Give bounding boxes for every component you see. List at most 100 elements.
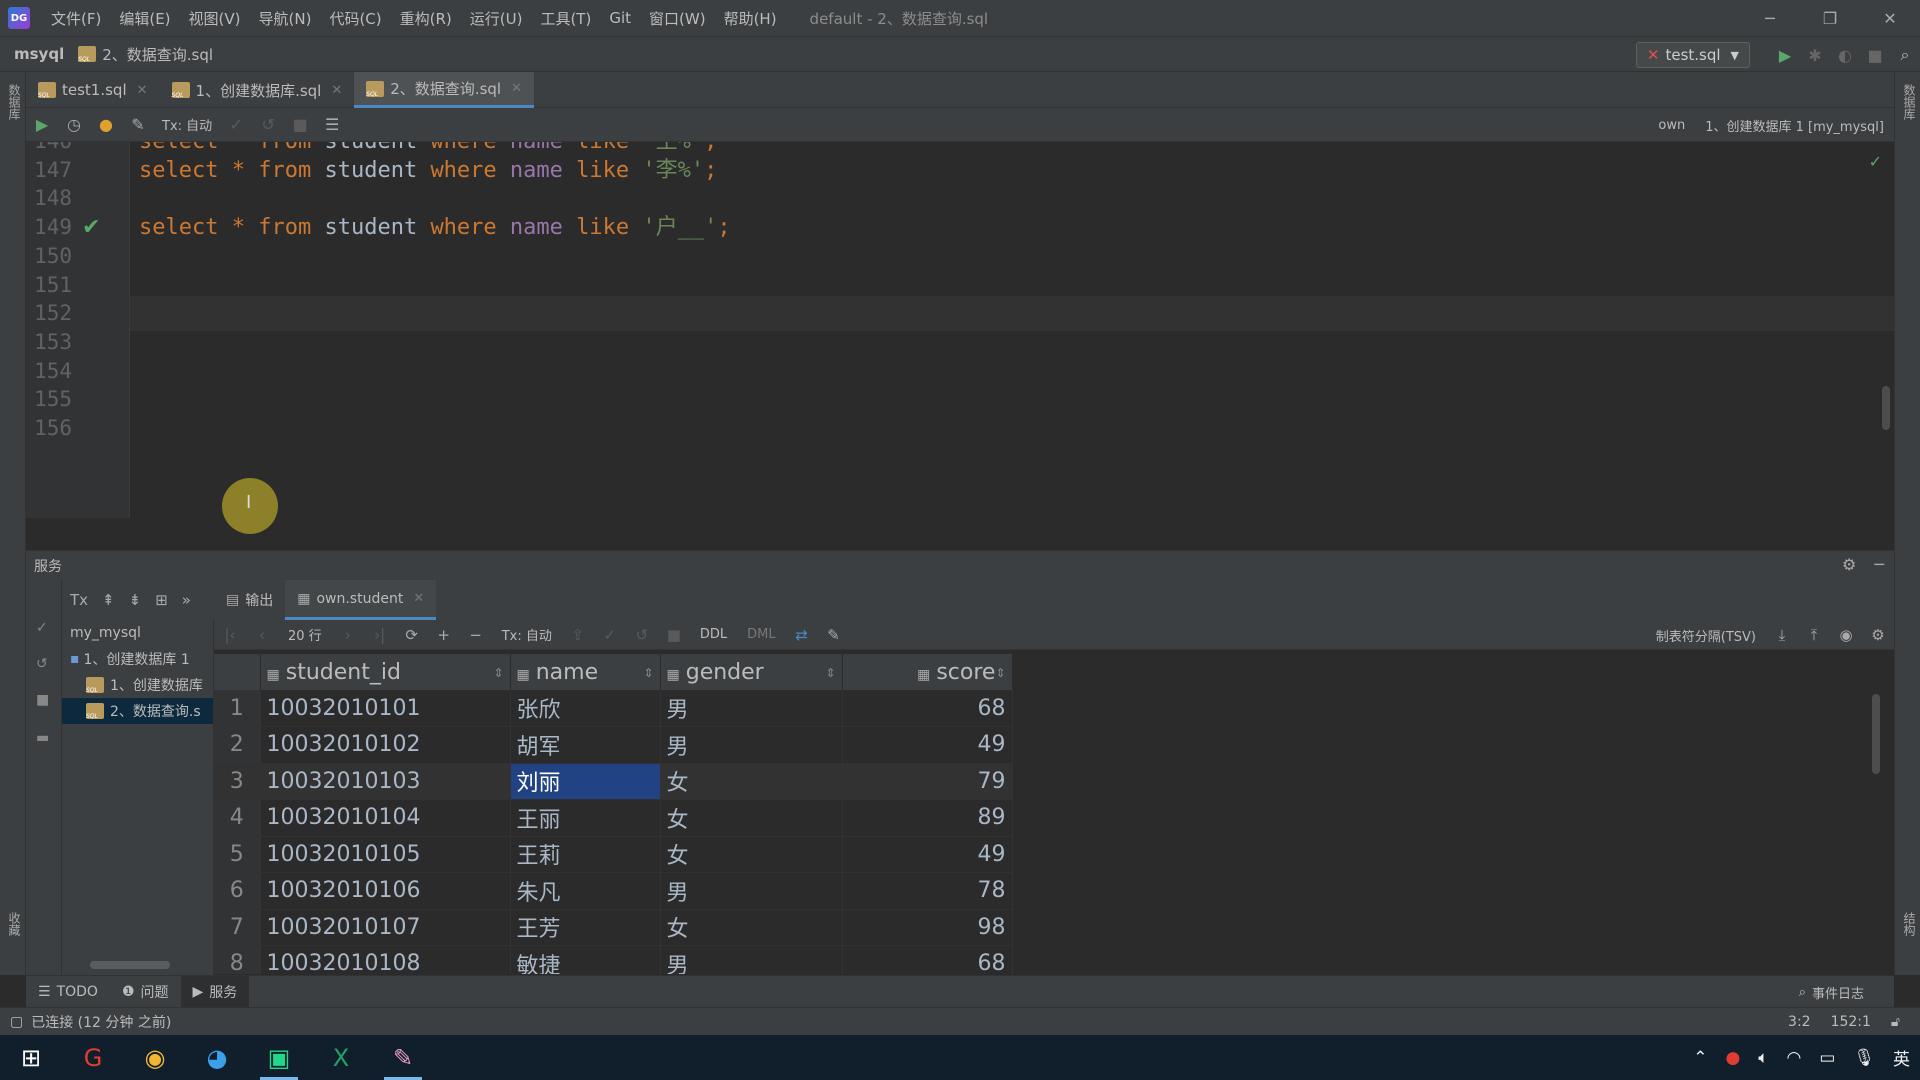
tree-item-create-db[interactable]: 1、创建数据库 bbox=[62, 672, 213, 698]
grid-scrollbar[interactable] bbox=[1872, 694, 1880, 774]
last-page-icon[interactable]: ›| bbox=[364, 620, 396, 650]
compare-icon[interactable]: ⇄ bbox=[786, 620, 818, 650]
sort-icon[interactable]: ⇕ bbox=[643, 666, 653, 680]
menu-tools[interactable]: 工具(T) bbox=[531, 8, 600, 29]
breadcrumb-file[interactable]: 2、数据查询.sql bbox=[64, 44, 213, 65]
ime-indicator[interactable]: 英 bbox=[1893, 1045, 1910, 1070]
cell-name[interactable]: 张欣 bbox=[510, 690, 661, 727]
upload-icon[interactable]: ⤒ bbox=[1798, 620, 1830, 650]
cell-name[interactable]: 王丽 bbox=[510, 799, 661, 837]
sort-icon[interactable]: ⇕ bbox=[825, 666, 835, 680]
ddl-button[interactable]: DDL bbox=[690, 627, 737, 642]
table-view-icon[interactable]: ☰ bbox=[316, 108, 348, 142]
cell-student-id[interactable]: 10032010102 bbox=[260, 726, 511, 764]
cell-name[interactable]: 敏捷 bbox=[510, 945, 661, 974]
cell-score[interactable]: 89 bbox=[842, 799, 1013, 837]
commit-icon[interactable]: ✓ bbox=[36, 620, 48, 636]
tx-mode-select[interactable]: Tx: 自动 bbox=[154, 115, 220, 134]
tab-output[interactable]: ▤ 输出 bbox=[214, 580, 285, 620]
schema-select[interactable]: own bbox=[1648, 118, 1695, 133]
cell-name[interactable]: 刘丽 bbox=[510, 763, 661, 800]
column-header-student-id[interactable]: ▦ student_id ⇕ bbox=[260, 654, 511, 690]
menu-navigate[interactable]: 导航(N) bbox=[250, 8, 321, 29]
stop-icon[interactable]: ■ bbox=[658, 620, 690, 650]
table-row[interactable]: 8 10032010108 敏捷男 68 bbox=[214, 945, 1013, 974]
wifi-icon[interactable]: ◠ bbox=[1787, 1048, 1802, 1068]
rollback-icon[interactable]: ↺ bbox=[36, 656, 48, 672]
tree-item-my-mysql[interactable]: my_mysql bbox=[62, 620, 213, 646]
app-icon-red[interactable]: G bbox=[62, 1035, 124, 1080]
explain-plan-icon[interactable]: ● bbox=[90, 108, 122, 142]
table-row[interactable]: 3 10032010103 刘丽女 79 bbox=[214, 763, 1013, 800]
menu-code[interactable]: 代码(C) bbox=[320, 8, 390, 29]
cell-student-id[interactable]: 10032010103 bbox=[260, 763, 511, 800]
record-icon[interactable]: ● bbox=[1725, 1048, 1740, 1068]
chrome-icon[interactable]: ◉ bbox=[124, 1035, 186, 1080]
cell-score[interactable]: 49 bbox=[842, 726, 1013, 764]
minimize-button[interactable]: ─ bbox=[1740, 0, 1800, 36]
menu-help[interactable]: 帮助(H) bbox=[715, 8, 786, 29]
tab-services[interactable]: ▶ 服务 bbox=[180, 975, 250, 1008]
tab-todo[interactable]: ☰ TODO bbox=[26, 976, 110, 1008]
coverage-icon[interactable]: ◐ bbox=[1830, 37, 1860, 73]
table-row[interactable]: 1 10032010101 张欣男 68 bbox=[214, 690, 1013, 727]
cell-name[interactable]: 王莉 bbox=[510, 836, 661, 873]
gear-icon[interactable]: ⚙ bbox=[1842, 555, 1856, 574]
pin-icon[interactable]: ✎ bbox=[818, 620, 850, 650]
export-format-select[interactable]: 制表符分隔(TSV) bbox=[1646, 626, 1766, 645]
cell-score[interactable]: 68 bbox=[842, 690, 1013, 727]
layout-icon[interactable]: ▬ bbox=[36, 730, 49, 746]
first-page-icon[interactable]: |‹ bbox=[214, 620, 246, 650]
lock-icon[interactable]: 🔓︎ bbox=[1891, 1014, 1900, 1030]
cell-gender[interactable]: 男 bbox=[660, 726, 843, 764]
delete-row-icon[interactable]: − bbox=[460, 620, 492, 650]
sort-icon[interactable]: ⇕ bbox=[493, 666, 503, 680]
paint-icon[interactable]: ✎ bbox=[372, 1035, 434, 1080]
run-icon[interactable]: ▶ bbox=[1770, 37, 1800, 73]
page-size-select[interactable]: 20 行 bbox=[278, 625, 332, 644]
cell-name[interactable]: 朱凡 bbox=[510, 872, 661, 910]
stop-icon[interactable]: ■ bbox=[284, 108, 316, 142]
cell-score[interactable]: 98 bbox=[842, 909, 1013, 946]
datagrip-icon[interactable]: ▣ bbox=[248, 1035, 310, 1080]
tree-item-data-query[interactable]: 2、数据查询.s bbox=[62, 698, 213, 724]
menu-window[interactable]: 窗口(W) bbox=[640, 8, 715, 29]
cell-student-id[interactable]: 10032010106 bbox=[260, 872, 511, 910]
cell-score[interactable]: 68 bbox=[842, 945, 1013, 974]
tab-data-query[interactable]: 2、数据查询.sql ✕ bbox=[354, 72, 534, 108]
close-icon[interactable]: ✕ bbox=[413, 591, 424, 606]
structure-tool-label[interactable]: 结构 bbox=[1901, 912, 1918, 936]
cell-gender[interactable]: 男 bbox=[660, 945, 843, 974]
search-icon[interactable]: ⌕ bbox=[1890, 37, 1920, 73]
datasource-select[interactable]: 1、创建数据库 1 [my_mysql] bbox=[1695, 116, 1894, 135]
caret-position[interactable]: 152:1 bbox=[1831, 1014, 1871, 1030]
stop-icon[interactable]: ■ bbox=[1860, 37, 1890, 73]
gear-icon[interactable]: ⚙ bbox=[1862, 620, 1894, 650]
database-tool-label[interactable]: 数据库 bbox=[6, 84, 23, 120]
cell-name[interactable]: 胡军 bbox=[510, 726, 661, 764]
submit-icon[interactable]: ⇪ bbox=[562, 620, 594, 650]
history-icon[interactable]: ◷ bbox=[58, 108, 90, 142]
column-header-name[interactable]: ▦ name ⇕ bbox=[510, 654, 661, 690]
menu-git[interactable]: Git bbox=[600, 9, 640, 27]
cell-student-id[interactable]: 10032010107 bbox=[260, 909, 511, 946]
cell-score[interactable]: 79 bbox=[842, 763, 1013, 800]
tx-label[interactable]: Tx bbox=[70, 591, 88, 609]
table-row[interactable]: 5 10032010105 王莉女 49 bbox=[214, 836, 1013, 873]
rollback-icon[interactable]: ↺ bbox=[626, 620, 658, 650]
cell-gender[interactable]: 女 bbox=[660, 909, 843, 946]
tab-create-database[interactable]: 1、创建数据库.sql ✕ bbox=[160, 72, 355, 108]
breadcrumb-project[interactable]: msyql bbox=[0, 45, 64, 63]
menu-edit[interactable]: 编辑(E) bbox=[110, 8, 179, 29]
commit-icon[interactable]: ✓ bbox=[220, 108, 252, 142]
tab-own-student[interactable]: ▦ own.student ✕ bbox=[285, 580, 437, 620]
battery-icon[interactable]: ▭ bbox=[1819, 1048, 1835, 1068]
cell-name[interactable]: 王芳 bbox=[510, 909, 661, 946]
table-row[interactable]: 6 10032010106 朱凡男 78 bbox=[214, 872, 1013, 910]
menu-run[interactable]: 运行(U) bbox=[461, 8, 532, 29]
next-page-icon[interactable]: › bbox=[332, 620, 364, 650]
code-editor[interactable]: 146select * from student where name like… bbox=[26, 142, 1894, 518]
close-icon[interactable]: ✕ bbox=[511, 81, 522, 96]
wrench-icon[interactable]: ✎ bbox=[122, 108, 154, 142]
sort-icon[interactable]: ⇕ bbox=[995, 666, 1005, 680]
